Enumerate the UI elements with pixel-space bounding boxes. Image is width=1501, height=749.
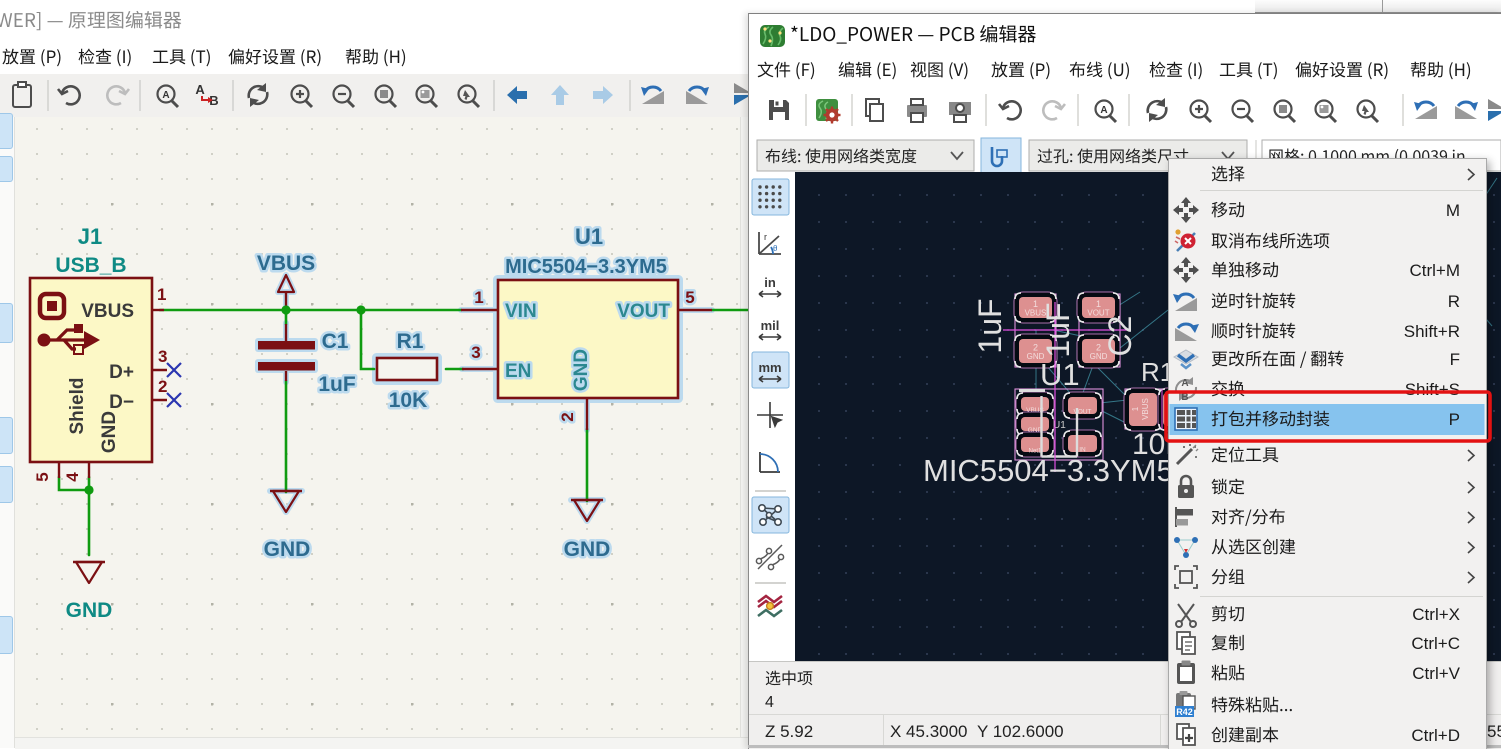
- svg-text:1: 1: [474, 288, 483, 307]
- svg-text:θ: θ: [773, 244, 778, 253]
- svg-text:GND: GND: [264, 538, 311, 561]
- svg-text:Ctrl+D: Ctrl+D: [1411, 726, 1460, 745]
- svg-text:2: 2: [1096, 343, 1101, 353]
- svg-text:R1: R1: [397, 330, 424, 353]
- svg-text:1: 1: [157, 285, 166, 304]
- svg-text:VBUS: VBUS: [1141, 398, 1150, 420]
- svg-text:Shield: Shield: [67, 377, 88, 434]
- svg-text:GND: GND: [564, 538, 611, 561]
- svg-text:in: in: [764, 275, 776, 290]
- svg-text:mil: mil: [761, 318, 780, 333]
- svg-text:5: 5: [33, 472, 52, 481]
- svg-text:1uF: 1uF: [318, 373, 356, 396]
- svg-text:A: A: [1100, 105, 1107, 116]
- svg-text:Ctrl+M: Ctrl+M: [1409, 261, 1460, 280]
- svg-text:EN: EN: [505, 361, 531, 382]
- svg-text:Shift+R: Shift+R: [1404, 322, 1460, 341]
- svg-text:R42: R42: [1176, 707, 1193, 717]
- svg-text:VOUT: VOUT: [617, 301, 670, 322]
- svg-text:mm: mm: [758, 360, 781, 375]
- svg-text:2: 2: [1033, 343, 1038, 353]
- svg-text:U1: U1: [1040, 357, 1080, 392]
- svg-text:r: r: [764, 232, 767, 242]
- svg-text:D+: D+: [109, 362, 134, 383]
- svg-text:2: 2: [558, 412, 577, 421]
- svg-text:A: A: [162, 90, 169, 101]
- svg-text:A: A: [195, 82, 205, 97]
- svg-text:10K: 10K: [389, 389, 428, 412]
- svg-text:1: 1: [1131, 406, 1140, 411]
- svg-text:F: F: [1450, 350, 1460, 369]
- svg-text:GND: GND: [66, 599, 113, 622]
- svg-text:Ctrl+V: Ctrl+V: [1412, 664, 1460, 683]
- svg-text:GND: GND: [99, 411, 120, 453]
- svg-text:C1: C1: [322, 330, 349, 353]
- svg-text:1: 1: [1033, 299, 1038, 309]
- svg-text:VIN: VIN: [505, 301, 537, 322]
- svg-text:R: R: [1448, 292, 1460, 311]
- svg-text:4: 4: [63, 472, 82, 482]
- svg-text:1uF: 1uF: [972, 298, 1008, 353]
- svg-text:MIC5504−3.3YM5: MIC5504−3.3YM5: [505, 256, 667, 278]
- svg-text:GND: GND: [571, 349, 592, 391]
- svg-text:1: 1: [1096, 299, 1101, 309]
- svg-text:Ctrl+C: Ctrl+C: [1411, 634, 1460, 653]
- svg-text:M: M: [1446, 201, 1460, 220]
- svg-text:Ctrl+X: Ctrl+X: [1412, 605, 1460, 624]
- svg-text:MIC5504−3.3YM5: MIC5504−3.3YM5: [923, 453, 1174, 488]
- svg-text:2: 2: [158, 377, 167, 396]
- svg-text:VBUS: VBUS: [81, 301, 134, 322]
- svg-text:D−: D−: [109, 392, 134, 413]
- svg-text:U1: U1: [575, 224, 603, 249]
- svg-text:VBUS: VBUS: [257, 252, 315, 275]
- svg-text:C2: C2: [1102, 316, 1138, 357]
- svg-text:3: 3: [471, 343, 480, 362]
- svg-text:5: 5: [685, 288, 694, 307]
- svg-text:USB_B: USB_B: [55, 254, 126, 277]
- svg-text:J1: J1: [78, 224, 102, 249]
- svg-text:1uF: 1uF: [1040, 302, 1076, 357]
- svg-text:3: 3: [158, 347, 167, 366]
